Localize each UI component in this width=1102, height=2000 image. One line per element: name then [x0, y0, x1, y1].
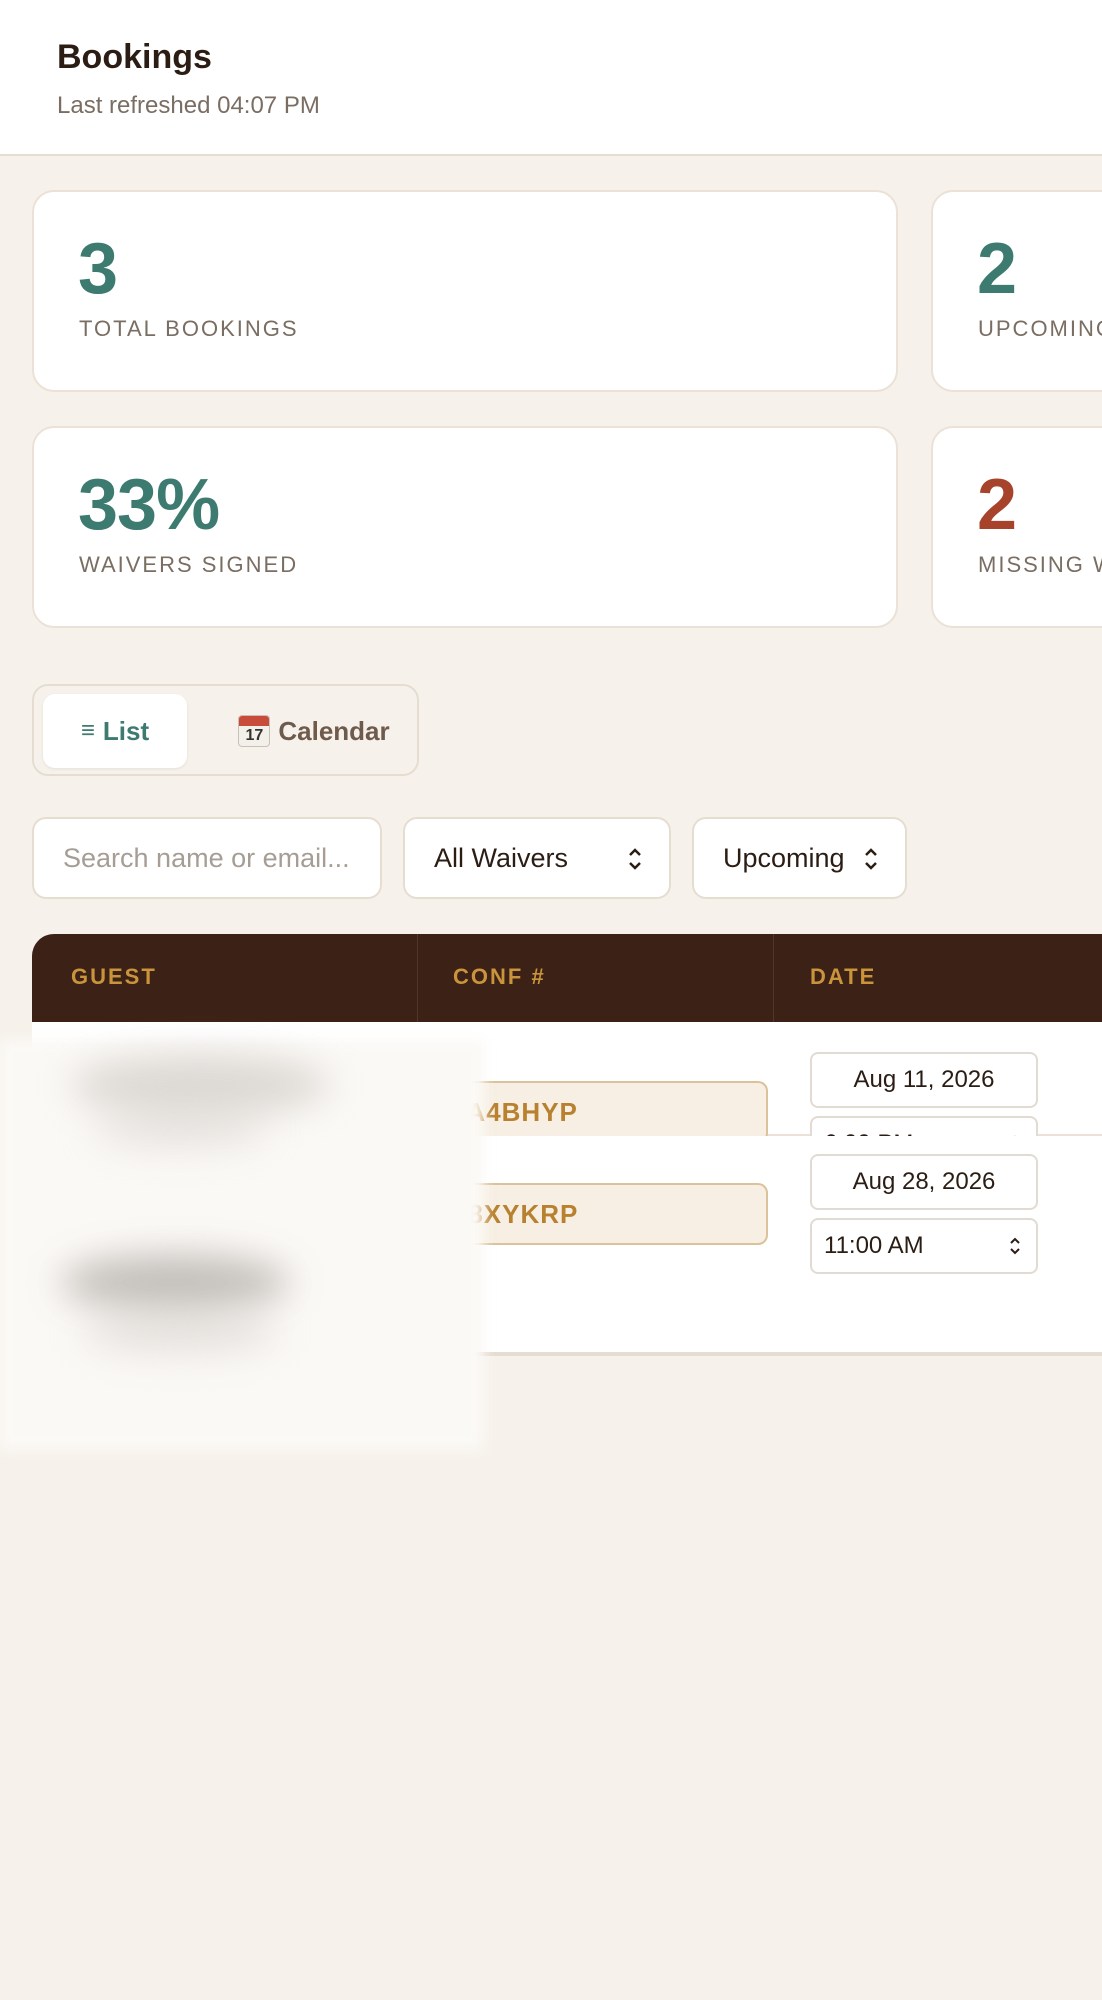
stat-label: UPCOMING — [978, 316, 1102, 341]
bookings-page: Bookings Last refreshed 04:07 PM 3 TOTAL… — [0, 0, 1102, 2000]
stat-card-waivers-signed: 33% WAIVERS SIGNED — [32, 426, 898, 628]
date-field[interactable]: Aug 11, 2026 — [810, 1052, 1038, 1108]
stat-value: 33% — [78, 465, 220, 545]
calendar-icon: 17 — [238, 715, 271, 747]
chevron-updown-icon — [865, 848, 877, 870]
waiver-filter-value: All Waivers — [434, 842, 569, 873]
stat-value: 2 — [977, 229, 1017, 309]
stat-card-upcoming: 2 UPCOMING — [931, 190, 1102, 392]
stat-card-missing-waivers: 2 MISSING W — [931, 426, 1102, 628]
redacted-guest-blob — [70, 1055, 330, 1115]
view-toggle: ≡ List 17 Calendar — [32, 684, 419, 776]
search-placeholder: Search name or email... — [63, 842, 350, 873]
chevron-updown-icon — [629, 848, 641, 870]
time-select[interactable]: 11:00 AM — [810, 1218, 1038, 1274]
redacted-guest-blob — [60, 1255, 290, 1310]
stat-value: 2 — [977, 465, 1017, 545]
redacted-guest-blob — [90, 1110, 270, 1150]
column-header-date[interactable]: DATE — [810, 964, 876, 990]
calendar-view-label: Calendar — [278, 715, 390, 746]
waiver-filter-select[interactable]: All Waivers — [403, 817, 671, 899]
list-view-label: List — [102, 715, 150, 746]
calendar-view-button[interactable]: 17 Calendar — [214, 694, 414, 768]
table-header: GUEST CONF # DATE — [32, 934, 1102, 1022]
list-view-button[interactable]: ≡ List — [43, 694, 187, 768]
chevron-updown-icon — [1010, 1237, 1020, 1255]
stat-label: TOTAL BOOKINGS — [79, 316, 299, 341]
page-title: Bookings — [57, 38, 212, 76]
page-header: Bookings Last refreshed 04:07 PM — [0, 0, 1102, 156]
stat-card-total-bookings: 3 TOTAL BOOKINGS — [32, 190, 898, 392]
date-field[interactable]: Aug 28, 2026 — [810, 1154, 1038, 1210]
time-filter-value: Upcoming — [723, 842, 845, 873]
stat-value: 3 — [78, 229, 118, 309]
list-icon: ≡ — [80, 717, 95, 744]
column-header-conf[interactable]: CONF # — [453, 964, 546, 990]
last-refreshed-text: Last refreshed 04:07 PM — [57, 92, 320, 119]
redacted-guest-blob — [80, 1310, 280, 1355]
search-input[interactable]: Search name or email... — [32, 817, 382, 899]
time-filter-select[interactable]: Upcoming — [692, 817, 907, 899]
stat-label: MISSING W — [978, 552, 1102, 577]
stat-label: WAIVERS SIGNED — [79, 552, 299, 577]
column-header-guest[interactable]: GUEST — [71, 964, 157, 990]
